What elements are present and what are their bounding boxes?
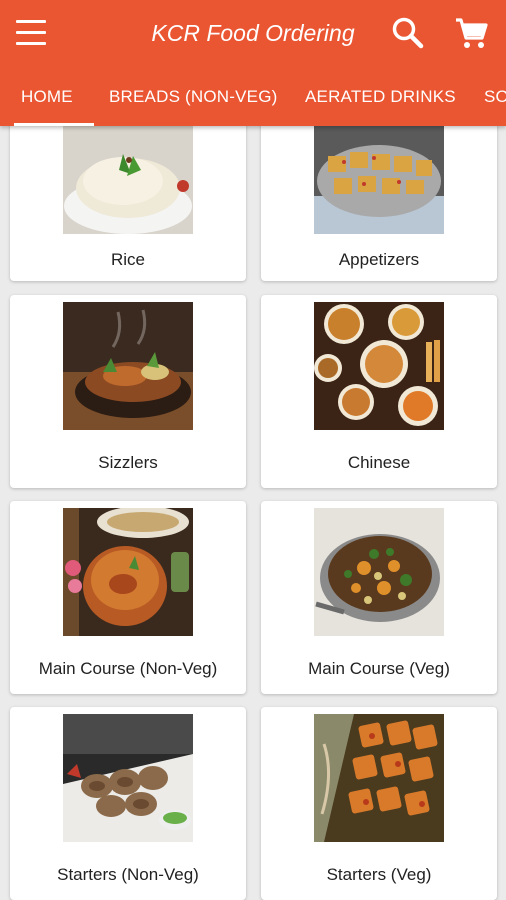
toolbar: KCR Food Ordering: [0, 0, 506, 68]
category-label: Sizzlers: [98, 453, 158, 472]
tab-breads-non-veg[interactable]: BREADS (NON-VEG): [109, 68, 278, 126]
category-label: Starters (Veg): [326, 865, 432, 884]
category-tabs: HOME BREADS (NON-VEG) AERATED DRINKS SO: [0, 68, 506, 126]
category-grid: Rice Appetizers Sizzlers Chinese Main Co…: [0, 126, 506, 900]
category-label: Appetizers: [338, 250, 420, 269]
category-card-appetizers[interactable]: Appetizers: [261, 126, 497, 281]
tab-soups[interactable]: SO: [484, 68, 506, 126]
sizzlers-image: [63, 302, 193, 430]
category-card-starters-non-veg[interactable]: Starters (Non-Veg): [10, 707, 246, 900]
category-label: Chinese: [347, 453, 411, 472]
category-card-main-course-veg[interactable]: Main Course (Veg): [261, 501, 497, 694]
category-card-sizzlers[interactable]: Sizzlers: [10, 295, 246, 488]
app-title: KCR Food Ordering: [151, 20, 355, 46]
appetizers-image: [314, 126, 444, 234]
app-bar: KCR Food Ordering HOME BREADS (NON-VEG) …: [0, 0, 506, 126]
category-card-main-course-non-veg[interactable]: Main Course (Non-Veg): [10, 501, 246, 694]
category-label: Starters (Non-Veg): [57, 865, 199, 884]
tab-home[interactable]: HOME: [21, 68, 73, 126]
starters-non-veg-image: [63, 714, 193, 842]
cart-icon[interactable]: [452, 14, 490, 52]
active-tab-indicator: [14, 123, 94, 126]
tab-aerated-drinks[interactable]: AERATED DRINKS: [305, 68, 456, 126]
main-course-veg-image: [314, 508, 444, 636]
category-card-rice[interactable]: Rice: [10, 126, 246, 281]
rice-image: [63, 126, 193, 234]
starters-veg-image: [314, 714, 444, 842]
main-course-non-veg-image: [63, 508, 193, 636]
category-label: Main Course (Non-Veg): [38, 659, 218, 678]
category-label: Rice: [110, 250, 145, 269]
category-card-starters-veg[interactable]: Starters (Veg): [261, 707, 497, 900]
category-card-chinese[interactable]: Chinese: [261, 295, 497, 488]
category-label: Main Course (Veg): [308, 659, 450, 678]
search-icon[interactable]: [390, 15, 426, 51]
chinese-image: [314, 302, 444, 430]
